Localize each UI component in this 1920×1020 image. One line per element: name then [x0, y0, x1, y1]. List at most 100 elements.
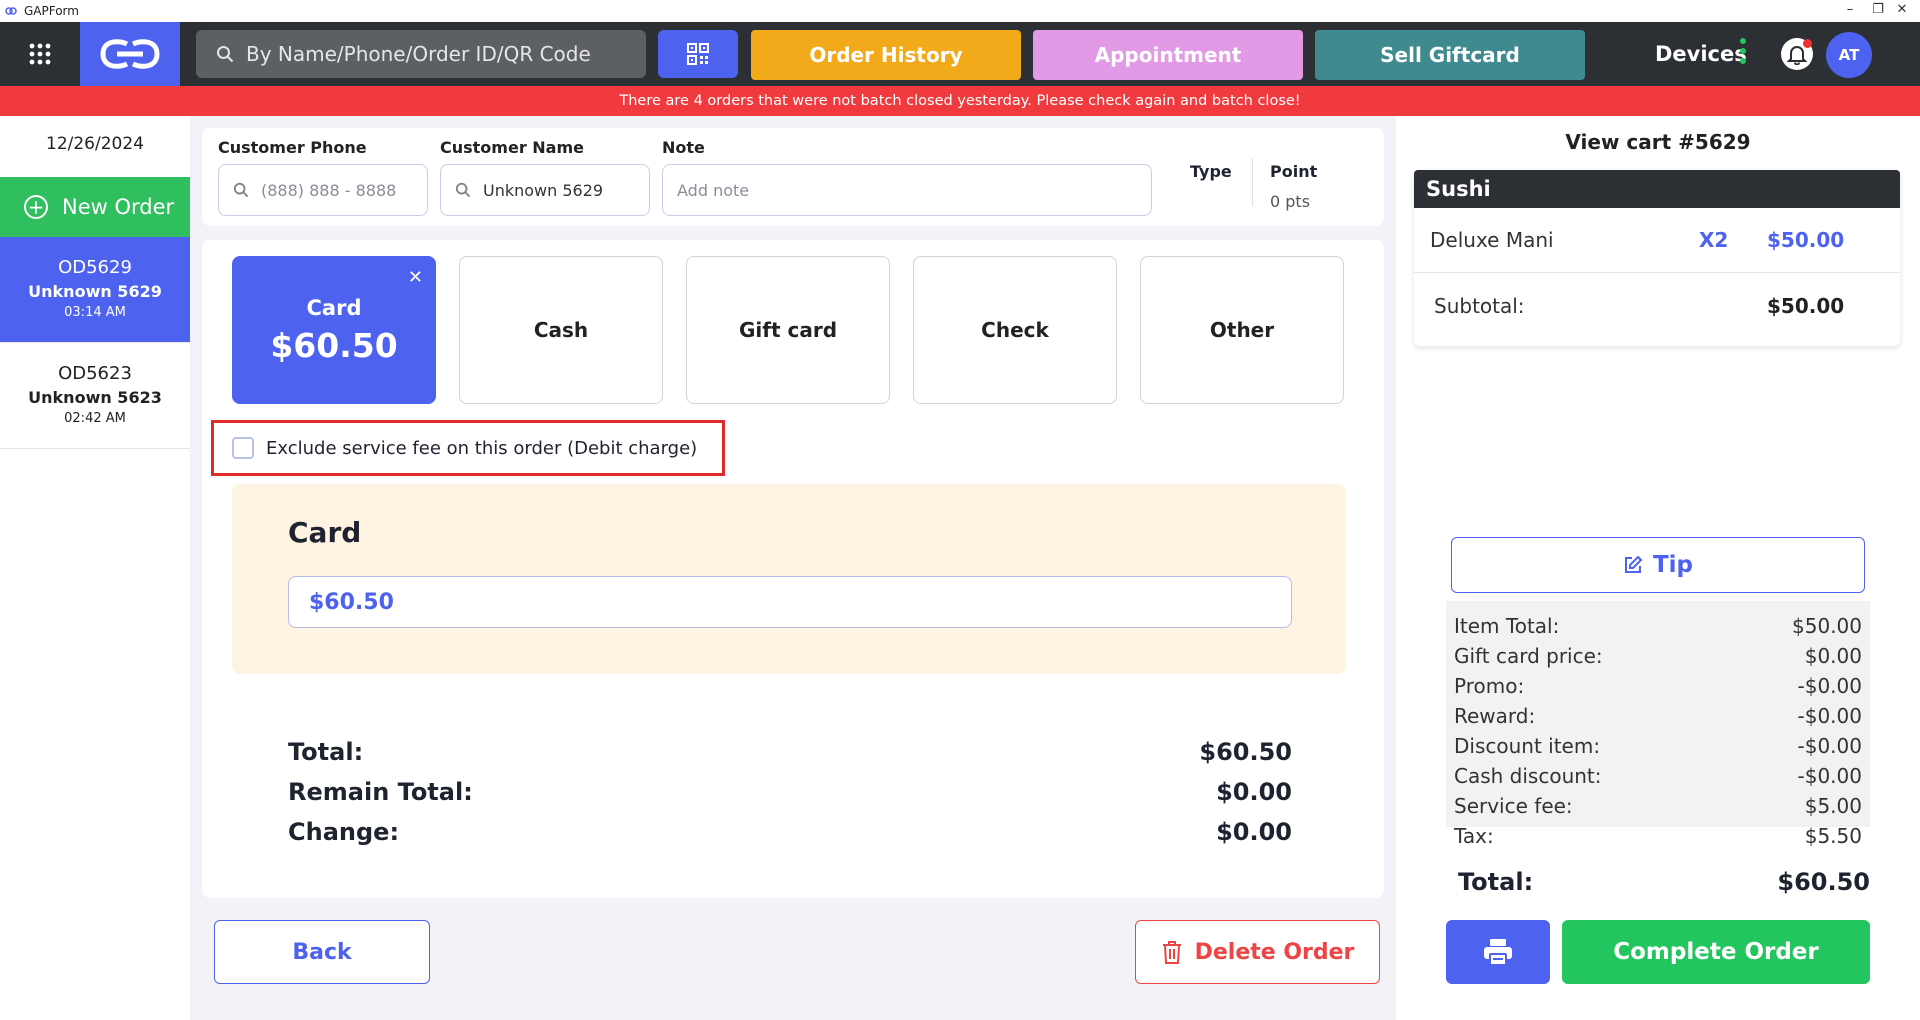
customer-phone-field[interactable]: (888) 888 - 8888: [218, 164, 428, 216]
exclude-service-fee-checkbox[interactable]: [232, 437, 254, 459]
customer-info-card: Customer Phone (888) 888 - 8888 Customer…: [202, 128, 1384, 226]
order-list-item[interactable]: OD5629 Unknown 5629 03:14 AM: [0, 237, 190, 343]
app-logo-icon: [5, 7, 17, 15]
delete-order-button[interactable]: Delete Order: [1135, 920, 1380, 984]
cart-items-card: Sushi Deluxe Mani X2 $50.00 Subtotal: $5…: [1414, 170, 1900, 346]
qr-code-icon: [687, 43, 709, 65]
totals-value: -$0.00: [1797, 704, 1862, 728]
new-order-button[interactable]: + New Order: [0, 177, 190, 237]
payment-method-check[interactable]: Check: [913, 256, 1117, 404]
avatar[interactable]: AT: [1826, 32, 1872, 78]
remain-total-value: $0.00: [1216, 778, 1292, 806]
cart-item-price: $50.00: [1767, 228, 1845, 252]
totals-label: Service fee:: [1454, 794, 1573, 818]
order-time: 02:42 AM: [64, 411, 126, 426]
notifications-button[interactable]: [1781, 38, 1813, 70]
totals-label: Item Total:: [1454, 614, 1560, 638]
orders-sidebar: 12/26/2024 + New Order OD5629 Unknown 56…: [0, 116, 190, 1020]
payment-method-other[interactable]: Other: [1140, 256, 1344, 404]
brand-logo[interactable]: [80, 22, 180, 86]
appointment-button[interactable]: Appointment: [1033, 30, 1303, 80]
order-customer-name: Unknown 5623: [28, 388, 162, 407]
order-customer-name: Unknown 5629: [28, 282, 162, 301]
change-value: $0.00: [1216, 818, 1292, 846]
customer-name-label: Customer Name: [440, 138, 584, 157]
gift-card-price-row: Gift card price: $0.00: [1454, 641, 1862, 671]
change-label: Change:: [288, 818, 400, 846]
exclude-service-fee-option[interactable]: Exclude service fee on this order (Debit…: [211, 420, 725, 476]
back-button[interactable]: Back: [214, 920, 430, 984]
close-icon[interactable]: ✕: [408, 267, 423, 288]
note-placeholder: Add note: [677, 180, 750, 200]
devices-status-icon: [1740, 38, 1748, 72]
note-field[interactable]: Add note: [662, 164, 1152, 216]
point-label: Point: [1270, 162, 1318, 181]
card-method-amount: $60.50: [270, 325, 398, 365]
search-input[interactable]: By Name/Phone/Order ID/QR Code: [196, 30, 646, 78]
customer-phone-label: Customer Phone: [218, 138, 367, 157]
print-button[interactable]: [1446, 920, 1550, 984]
totals-label: Reward:: [1454, 704, 1536, 728]
printer-icon: [1484, 939, 1512, 966]
total-label: Total:: [288, 738, 364, 766]
totals-label: Cash discount:: [1454, 764, 1602, 788]
tip-label: Tip: [1652, 552, 1694, 578]
search-icon: [455, 182, 471, 198]
cart-title: View cart #5629: [1565, 130, 1751, 154]
change-row: Change: $0.00: [288, 818, 1292, 846]
order-list-item[interactable]: OD5623 Unknown 5623 02:42 AM: [0, 343, 190, 449]
brand-logo-icon: [100, 39, 160, 69]
payment-method-card[interactable]: ✕ Card $60.50: [232, 256, 436, 404]
close-window-button[interactable]: ✕: [1882, 0, 1920, 22]
customer-phone-placeholder: (888) 888 - 8888: [261, 180, 397, 200]
cart-item-name[interactable]: Deluxe Mani: [1430, 228, 1554, 252]
search-placeholder: By Name/Phone/Order ID/QR Code: [246, 42, 591, 66]
delete-order-label: Delete Order: [1194, 939, 1355, 965]
sell-giftcard-button[interactable]: Sell Giftcard: [1315, 30, 1585, 80]
point-value: 0 pts: [1270, 192, 1311, 211]
search-icon: [233, 182, 249, 198]
remain-total-row: Remain Total: $0.00: [288, 778, 1292, 806]
totals-value: $5.00: [1804, 794, 1862, 818]
cart-panel: View cart #5629 Sushi Deluxe Mani X2 $50…: [1396, 116, 1920, 1020]
payment-method-gift-card[interactable]: Gift card: [686, 256, 890, 404]
batch-close-alert: There are 4 orders that were not batch c…: [0, 86, 1920, 116]
grid-icon: [29, 43, 51, 65]
order-time: 03:14 AM: [64, 305, 126, 320]
plus-circle-icon: +: [24, 195, 48, 219]
totals-label: Discount item:: [1454, 734, 1601, 758]
qr-scan-button[interactable]: [658, 30, 738, 78]
payment-method-cash[interactable]: Cash: [459, 256, 663, 404]
customer-name-field[interactable]: Unknown 5629: [440, 164, 650, 216]
reward-row: Reward: -$0.00: [1454, 701, 1862, 731]
grand-total-label: Total:: [1458, 868, 1534, 896]
divider: [1414, 272, 1900, 273]
cart-section-header: Sushi: [1414, 170, 1900, 208]
type-label: Type: [1190, 162, 1232, 181]
search-icon: [217, 46, 234, 63]
complete-order-button[interactable]: Complete Order: [1562, 920, 1870, 984]
totals-label: Gift card price:: [1454, 644, 1603, 668]
subtotal-value: $50.00: [1767, 294, 1845, 318]
payment-panel: ✕ Card $60.50 Cash Gift card Check Other…: [202, 240, 1384, 898]
order-history-button[interactable]: Order History: [751, 30, 1021, 80]
tip-button[interactable]: Tip: [1451, 537, 1865, 593]
total-row: Total: $60.50: [288, 738, 1292, 766]
total-value: $60.50: [1199, 738, 1292, 766]
top-navigation: By Name/Phone/Order ID/QR Code Order His…: [0, 22, 1920, 86]
window-titlebar: GAPForm – ❐ ✕: [0, 0, 1920, 22]
totals-value: -$0.00: [1797, 764, 1862, 788]
new-order-label: New Order: [62, 195, 175, 219]
apps-menu-button[interactable]: [0, 22, 80, 86]
item-total-row: Item Total: $50.00: [1454, 611, 1862, 641]
service-fee-row: Service fee: $5.00: [1454, 791, 1862, 821]
card-section-title: Card: [288, 516, 362, 549]
divider: [1252, 158, 1253, 206]
devices-button[interactable]: Devices: [1655, 42, 1747, 66]
exclude-service-fee-label: Exclude service fee on this order (Debit…: [266, 437, 698, 459]
totals-label: Tax:: [1454, 824, 1494, 848]
totals-value: $5.50: [1804, 824, 1862, 848]
card-amount-input[interactable]: $60.50: [288, 576, 1292, 628]
tax-row: Tax: $5.50: [1454, 821, 1862, 851]
totals-value: -$0.00: [1797, 734, 1862, 758]
